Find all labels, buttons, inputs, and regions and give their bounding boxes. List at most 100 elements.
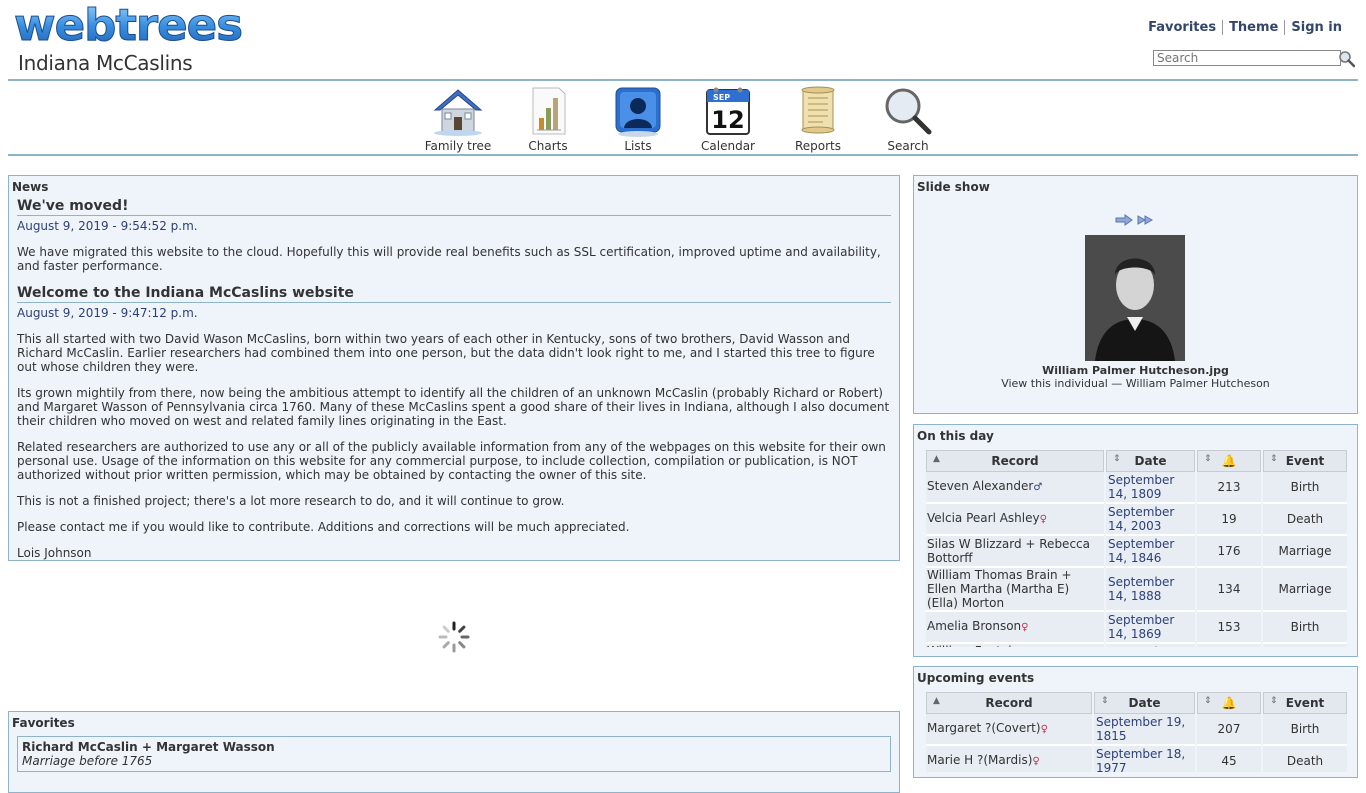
on-this-day-table: ▲ Record ⇕ Date ⇕ 🔔 ⇕ Event Steven Alexander… [924,450,1349,647]
menu-reports[interactable]: Reports [773,84,863,153]
search-icon[interactable] [1338,50,1356,68]
menu-label: Lists [624,139,652,153]
table-row: William Thomas Brain + Ellen Martha (Mar… [926,568,1347,612]
record-link[interactable]: Velcia Pearl Ashley [927,511,1040,525]
record-link[interactable]: Amelia Bronson [927,619,1021,633]
column-header-anniversary[interactable]: ⇕ 🔔 [1197,692,1261,714]
sign-in-link[interactable]: Sign in [1284,20,1342,35]
female-icon: ♀ [1040,724,1048,735]
play-icon[interactable] [1137,214,1155,226]
scroll-icon [801,86,835,134]
date-cell[interactable]: September 14, [1106,644,1195,647]
female-icon: ♀ [1021,622,1029,633]
menu-lists[interactable]: Lists [593,84,683,153]
top-menu: Favorites Theme Sign in [1142,20,1342,35]
next-arrow-icon[interactable] [1115,214,1133,226]
menu-label: Calendar [701,139,755,153]
upcoming-events-table: ▲ Record ⇕ Date ⇕ 🔔 ⇕ Event Margaret ?(Cover… [924,692,1349,772]
female-icon: ♀ [1032,756,1040,767]
search-input[interactable] [1153,50,1341,66]
table-row: Silas W Blizzard + Rebecca Bottorff Septe… [926,536,1347,568]
record-cell[interactable]: William Fontaine Carrington♂ [926,644,1104,647]
record-link[interactable]: Steven Alexander [927,479,1033,493]
favorites-title: Favorites [12,716,75,730]
on-this-day-title: On this day [917,429,994,443]
news-headline: We've moved! [17,198,891,216]
record-cell[interactable]: Silas W Blizzard + Rebecca Bottorff [926,536,1104,568]
table-row: William Fontaine Carrington♂September 14… [926,644,1347,647]
record-link[interactable]: Margaret ?(Covert) [927,721,1041,735]
column-header-date[interactable]: ⇕ Date [1106,450,1195,472]
record-link[interactable]: William Fontaine Carrington [927,644,1027,647]
upcoming-events-title: Upcoming events [917,671,1035,685]
record-cell[interactable]: Velcia Pearl Ashley♀ [926,504,1104,536]
slideshow-title: Slide show [917,180,990,194]
menu-charts[interactable]: Charts [503,84,593,153]
record-link[interactable]: Silas W Blizzard + Rebecca Bottorff [927,537,1090,565]
menu-calendar[interactable]: SEP 12 Calendar [683,84,773,153]
slideshow-photo[interactable] [1085,235,1185,361]
news-date: August 9, 2019 - 9:54:52 p.m. [17,219,198,233]
event-cell: Marriage [1263,568,1347,612]
table-row: Steven Alexander♂ September 14, 1809 213 Bi… [926,472,1347,504]
record-cell[interactable]: William Thomas Brain + Ellen Martha (Mar… [926,568,1104,612]
main-menu: Family tree Charts Lists SEP 12 Calendar… [413,84,953,153]
event-cell: Death [1263,644,1347,647]
favorite-item[interactable]: Richard McCaslin + Margaret Wasson Marri… [17,736,891,772]
news-paragraph: Related researchers are authorized to us… [17,440,886,482]
webtrees-logo[interactable]: webtrees [12,2,247,50]
record-cell[interactable]: Amelia Bronson♀ [926,612,1104,644]
table-row: Marie H ?(Mardis)♀ September 18, 1977 45 De… [926,746,1347,772]
date-cell[interactable]: September 14, 1888 [1106,568,1195,612]
slideshow-filename: William Palmer Hutcheson.jpg [1042,364,1229,377]
on-this-day-block: On this day ▲ Record ⇕ Date ⇕ 🔔 ⇕ Event Stev… [913,424,1358,657]
favorites-block: Favorites Richard McCaslin + Margaret Wa… [8,711,900,793]
table-row: Velcia Pearl Ashley♀ September 14, 2003 19… [926,504,1347,536]
menu-family-tree[interactable]: Family tree [413,84,503,153]
svg-text:webtrees: webtrees [14,2,242,50]
date-cell[interactable]: September 14, 1869 [1106,612,1195,644]
slideshow-controls [1115,214,1155,229]
date-cell[interactable]: September 14, 1846 [1106,536,1195,568]
news-item: We've moved! August 9, 2019 - 9:54:52 p.… [17,198,891,273]
menu-divider [8,154,1358,156]
column-header-record[interactable]: ▲ Record [926,692,1092,714]
column-header-record[interactable]: ▲ Record [926,450,1104,472]
record-link[interactable]: William Thomas Brain + Ellen Martha (Mar… [927,568,1072,610]
view-individual-link[interactable]: View this individual — William Palmer Hu… [914,377,1357,390]
menu-search[interactable]: Search [863,84,953,153]
date-cell[interactable]: September 14, 2003 [1106,504,1195,536]
event-cell: Death [1263,504,1347,536]
news-title: News [12,180,49,194]
record-cell[interactable]: Margaret ?(Covert)♀ [926,714,1092,746]
news-paragraph: This is not a finished project; there's … [17,494,565,508]
column-header-event[interactable]: ⇕ Event [1263,450,1347,472]
bell-icon: 🔔 [1221,454,1237,468]
news-headline: Welcome to the Indiana McCaslins website [17,285,891,303]
date-cell[interactable]: September 14, 1809 [1106,472,1195,504]
news-paragraph: Its grown mightily from there, now being… [17,386,890,428]
column-header-anniversary[interactable]: ⇕ 🔔 [1197,450,1261,472]
record-cell[interactable]: Steven Alexander♂ [926,472,1104,504]
years-cell: 19 [1197,504,1261,536]
favorite-detail: Marriage before 1765 [22,754,153,768]
column-header-event[interactable]: ⇕ Event [1263,692,1347,714]
news-paragraph: This all started with two David Wason Mc… [17,332,875,374]
header-divider [8,79,1358,81]
date-cell[interactable]: September 19, 1815 [1094,714,1195,746]
menu-label: Reports [794,139,842,153]
slideshow-block: Slide show William Palmer Hutcheson.jpg … [913,175,1358,414]
magnifier-icon [885,88,932,135]
table-row: Amelia Bronson♀ September 14, 1869 153 Birt… [926,612,1347,644]
date-cell[interactable]: September 18, 1977 [1094,746,1195,772]
svg-text:12: 12 [711,106,744,134]
event-cell: Birth [1263,472,1347,504]
theme-menu-link[interactable]: Theme [1222,20,1284,35]
record-cell[interactable]: Marie H ?(Mardis)♀ [926,746,1092,772]
news-paragraph: Please contact me if you would like to c… [17,520,630,534]
event-cell: Death [1263,746,1347,772]
favorite-name[interactable]: Richard McCaslin + Margaret Wasson [22,740,886,754]
favorites-menu-link[interactable]: Favorites [1142,20,1222,35]
column-header-date[interactable]: ⇕ Date [1094,692,1195,714]
record-link[interactable]: Marie H ?(Mardis) [927,753,1032,767]
